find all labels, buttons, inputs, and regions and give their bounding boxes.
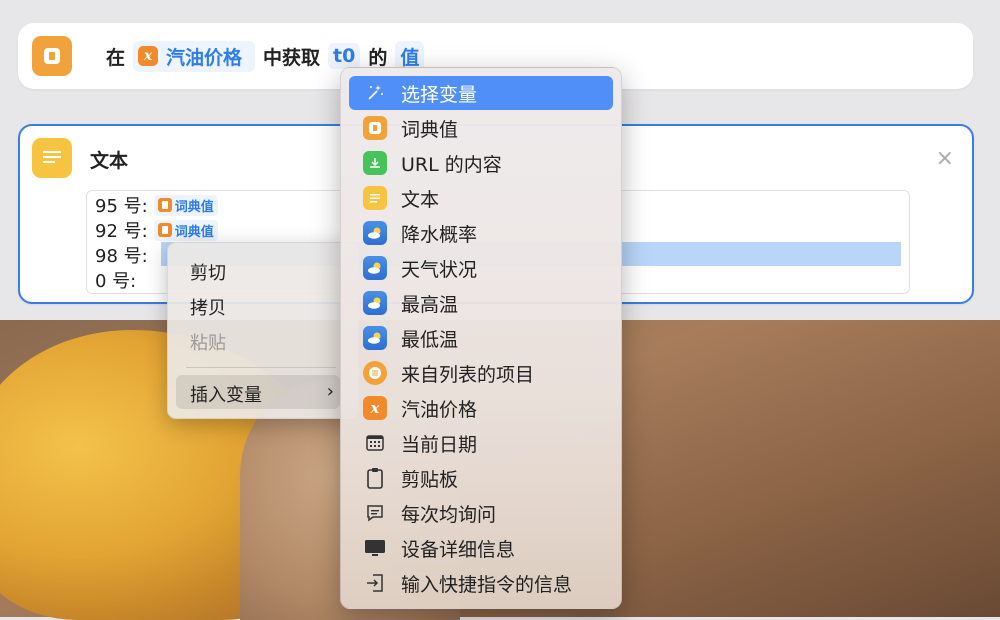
text-line: 0 号: bbox=[95, 271, 137, 292]
dictionary-app-icon bbox=[32, 36, 72, 76]
weather-icon bbox=[363, 221, 387, 245]
weather-icon bbox=[363, 291, 387, 315]
text-line: 92 号: 词典值 bbox=[95, 218, 218, 242]
submenu-item-ask-each-time[interactable]: 每次均询问 bbox=[349, 496, 613, 530]
text-app-icon bbox=[32, 138, 72, 178]
submenu-item-url-contents[interactable]: URL 的内容 bbox=[349, 146, 613, 180]
submenu-item-low-temp[interactable]: 最低温 bbox=[349, 321, 613, 355]
text-icon bbox=[363, 186, 387, 210]
chevron-right-icon: › bbox=[326, 381, 334, 402]
menu-item-insert-variable-label: 插入变量 bbox=[190, 385, 262, 406]
insert-variable-submenu: 选择变量 词典值 URL 的内容 文本 降水概率 天气状况 最高温 最低温 来自… bbox=[340, 67, 622, 609]
menu-separator bbox=[186, 367, 336, 368]
action-prefix: 在 bbox=[106, 46, 126, 69]
input-icon bbox=[363, 571, 387, 595]
ask-icon bbox=[363, 501, 387, 525]
list-icon bbox=[363, 361, 387, 385]
download-icon bbox=[363, 151, 387, 175]
variable-token[interactable]: x 汽油价格 bbox=[133, 40, 256, 72]
weather-icon bbox=[363, 256, 387, 280]
dictionary-icon bbox=[157, 198, 172, 212]
dictionary-value-token[interactable]: 词典值 bbox=[153, 219, 218, 241]
submenu-item-select-variable[interactable]: 选择变量 bbox=[349, 76, 613, 110]
variable-icon: x bbox=[138, 46, 159, 66]
context-menu: 剪切 拷贝 粘贴 插入变量 › bbox=[167, 242, 359, 419]
monitor-icon bbox=[363, 536, 387, 560]
menu-item-cut[interactable]: 剪切 bbox=[190, 259, 226, 285]
action-of: 的 bbox=[368, 46, 388, 69]
submenu-item-list-item[interactable]: 来自列表的项目 bbox=[349, 356, 613, 390]
dictionary-icon bbox=[363, 116, 387, 140]
text-line: 95 号: 词典值 bbox=[95, 193, 218, 217]
submenu-item-precipitation[interactable]: 降水概率 bbox=[349, 216, 613, 250]
dictionary-icon bbox=[157, 223, 172, 237]
submenu-item-high-temp[interactable]: 最高温 bbox=[349, 286, 613, 320]
dictionary-value-token[interactable]: 词典值 bbox=[153, 194, 218, 216]
submenu-item-text[interactable]: 文本 bbox=[349, 181, 613, 215]
submenu-item-current-date[interactable]: 当前日期 bbox=[349, 426, 613, 460]
variable-icon: x bbox=[363, 396, 387, 420]
submenu-item-clipboard[interactable]: 剪贴板 bbox=[349, 461, 613, 495]
submenu-item-device-details[interactable]: 设备详细信息 bbox=[349, 531, 613, 565]
close-icon[interactable]: × bbox=[936, 146, 954, 171]
submenu-item-dictionary-value[interactable]: 词典值 bbox=[349, 111, 613, 145]
clipboard-icon bbox=[363, 466, 387, 490]
text-line: 98 号: bbox=[95, 246, 148, 267]
calendar-icon bbox=[363, 431, 387, 455]
action-middle: 中获取 bbox=[263, 46, 321, 69]
submenu-item-shortcut-input[interactable]: 输入快捷指令的信息 bbox=[349, 566, 613, 600]
submenu-item-gas-price[interactable]: x 汽油价格 bbox=[349, 391, 613, 425]
magic-wand-icon bbox=[363, 81, 387, 105]
submenu-item-weather-condition[interactable]: 天气状况 bbox=[349, 251, 613, 285]
menu-item-paste: 粘贴 bbox=[190, 333, 226, 354]
weather-icon bbox=[363, 326, 387, 350]
menu-item-copy[interactable]: 拷贝 bbox=[190, 294, 226, 320]
action-title: 文本 bbox=[90, 150, 129, 172]
key-token[interactable]: t0 bbox=[328, 43, 361, 69]
